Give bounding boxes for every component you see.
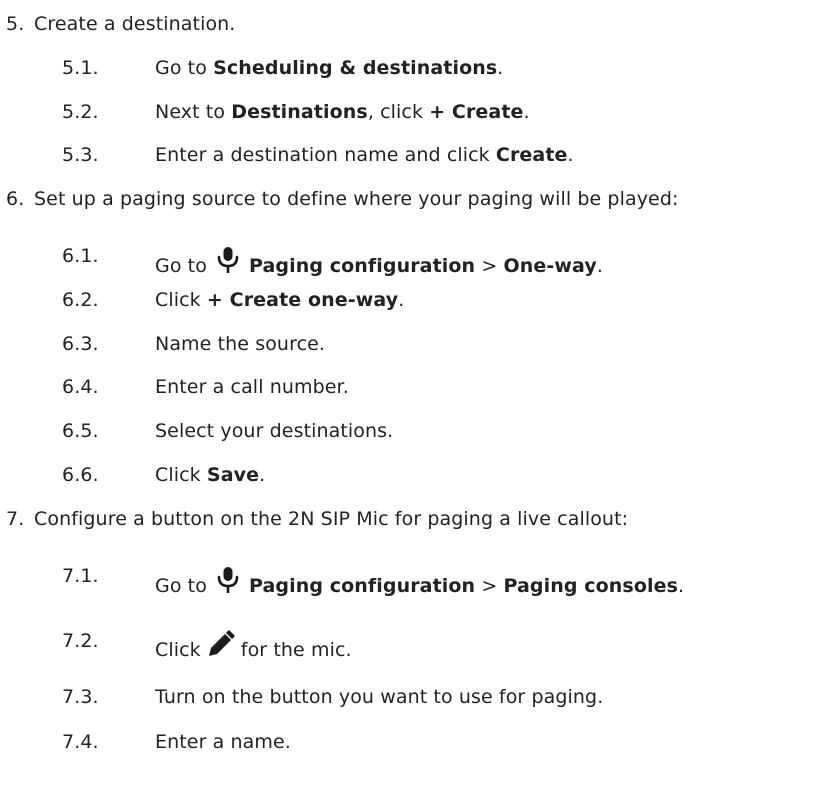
substep-text: Click Save.	[155, 464, 266, 486]
ui-label: + Create	[429, 101, 524, 123]
step-text: Set up a paging source to define where y…	[34, 188, 679, 210]
ui-label: Destinations	[231, 101, 368, 123]
substep-number: 6.2.	[62, 289, 99, 311]
ui-label: Paging consoles	[503, 575, 679, 597]
substep-number: 7.2.	[62, 630, 99, 652]
substep-text: Select your destinations.	[155, 420, 394, 442]
substep-number: 6.1.	[62, 245, 99, 267]
substep-number: 6.5.	[62, 420, 99, 442]
step-text: Create a destination.	[34, 13, 236, 35]
substep-text: Click + Create one-way.	[155, 289, 405, 311]
ui-label: Paging configuration	[248, 575, 476, 597]
substep-number: 7.3.	[62, 686, 99, 708]
ui-label: Create	[495, 144, 568, 166]
substep-number: 5.1.	[62, 57, 99, 79]
substep-text: Enter a call number.	[155, 376, 349, 398]
ui-label: + Create one-way	[206, 289, 399, 311]
substep-number: 6.4.	[62, 376, 99, 398]
substep-text: Enter a name.	[155, 731, 291, 753]
substep-number: 5.2.	[62, 101, 99, 123]
ui-label: Paging configuration	[248, 255, 476, 277]
substep-text: Name the source.	[155, 333, 326, 355]
substep-number: 5.3.	[62, 144, 99, 166]
step-number: 5.	[6, 13, 25, 35]
ui-label: Save	[206, 464, 260, 486]
microphone-icon	[215, 245, 241, 275]
step-number: 6.	[6, 188, 25, 210]
substep-text: Next to Destinations, click + Create.	[155, 101, 530, 123]
microphone-icon	[215, 565, 241, 595]
pencil-icon	[207, 630, 235, 658]
substep-number: 6.6.	[62, 464, 99, 486]
step-text: Configure a button on the 2N SIP Mic for…	[34, 508, 629, 530]
substep-text: Go to Paging configuration > Paging conso…	[155, 565, 684, 597]
substep-text: Click for the mic.	[155, 630, 352, 661]
substep-text: Go to Paging configuration > One-way.	[155, 245, 603, 277]
substep-number: 6.3.	[62, 333, 99, 355]
ui-label: Scheduling & destinations	[213, 57, 498, 79]
substep-number: 7.1.	[62, 565, 99, 587]
step-number: 7.	[6, 508, 25, 530]
substep-text: Go to Scheduling & destinations.	[155, 57, 504, 79]
substep-text: Turn on the button you want to use for p…	[155, 686, 604, 708]
substep-number: 7.4.	[62, 731, 99, 753]
substep-text: Enter a destination name and click Creat…	[155, 144, 574, 166]
ui-label: One-way	[503, 255, 597, 277]
